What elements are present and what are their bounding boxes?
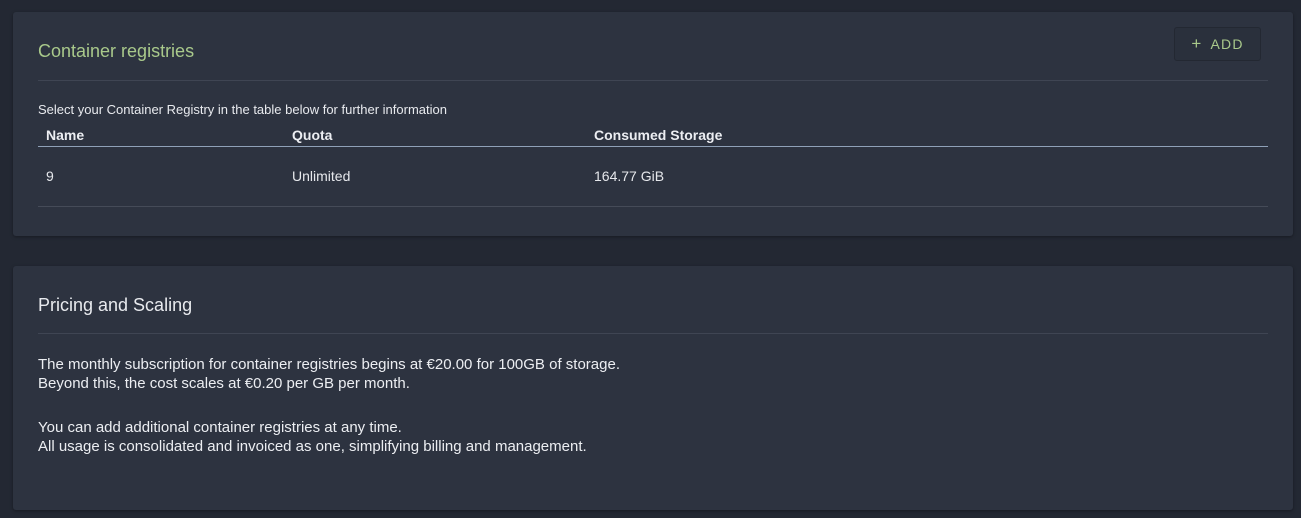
pricing-line: You can add additional container registr… [38, 419, 402, 436]
add-button-label: ADD [1210, 36, 1244, 52]
pricing-title: Pricing and Scaling [38, 295, 193, 315]
column-header-name[interactable]: Name [46, 127, 84, 143]
registries-table: Name Quota Consumed Storage 9 Unlimited … [38, 125, 1268, 207]
container-registries-card: Container registries + ADD Select your C… [13, 12, 1293, 236]
pricing-paragraph: The monthly subscription for container r… [38, 355, 620, 393]
pricing-line: The monthly subscription for container r… [38, 356, 620, 373]
table-header: Name Quota Consumed Storage [38, 125, 1268, 147]
column-header-quota[interactable]: Quota [292, 127, 332, 143]
pricing-card: Pricing and Scaling The monthly subscrip… [13, 266, 1293, 510]
title-divider [38, 333, 1268, 334]
pricing-line: Beyond this, the cost scales at €0.20 pe… [38, 375, 410, 392]
cell-quota: Unlimited [292, 168, 351, 184]
table-row[interactable]: 9 Unlimited 164.77 GiB [38, 147, 1268, 207]
column-header-consumed-storage[interactable]: Consumed Storage [594, 127, 722, 143]
plus-icon: + [1191, 33, 1203, 53]
add-registry-button[interactable]: + ADD [1174, 27, 1261, 61]
pricing-paragraph: You can add additional container registr… [38, 418, 587, 456]
cell-name: 9 [46, 168, 54, 184]
registries-subtitle: Select your Container Registry in the ta… [38, 102, 447, 117]
container-registries-title: Container registries [38, 41, 195, 61]
cell-consumed-storage: 164.77 GiB [594, 168, 665, 184]
pricing-line: All usage is consolidated and invoiced a… [38, 438, 587, 455]
title-divider [38, 80, 1268, 81]
